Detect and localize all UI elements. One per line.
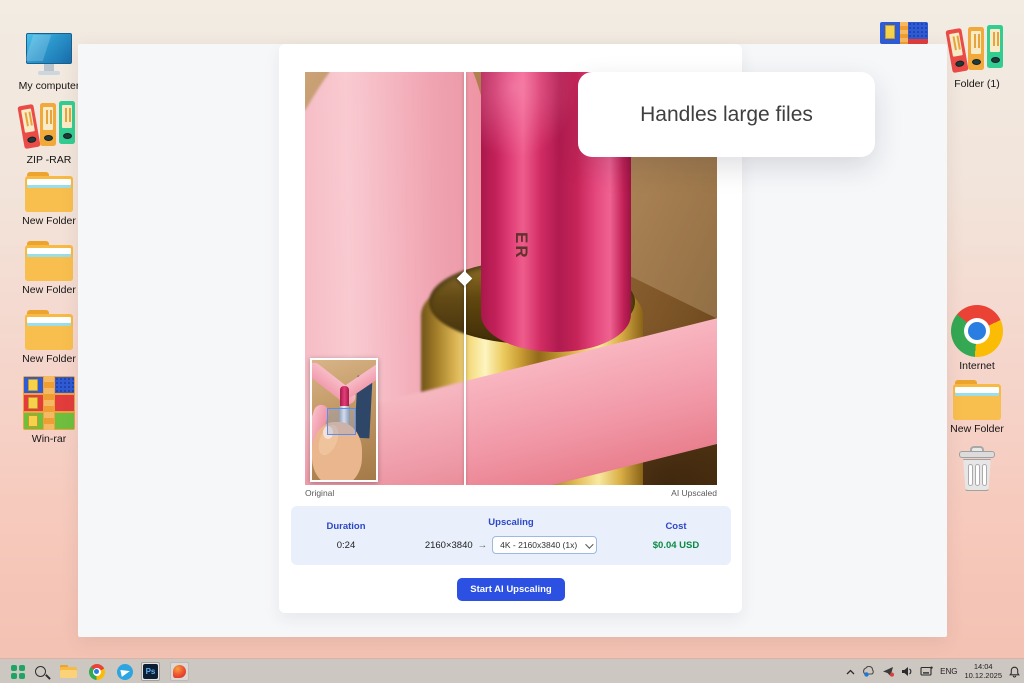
desktop-icon-label: Internet xyxy=(959,360,995,372)
tray-date: 10.12.2025 xyxy=(964,670,1002,680)
onedrive-sync-icon[interactable] xyxy=(862,666,875,677)
desktop-icon-label: New Folder xyxy=(22,284,76,296)
winrar-icon xyxy=(23,376,75,430)
duration-header: Duration xyxy=(326,520,366,532)
desktop-icon-new-folder-1[interactable]: New Folder xyxy=(11,172,87,228)
start-ai-upscaling-button[interactable]: Start AI Upscaling xyxy=(457,578,565,601)
feature-tooltip: Handles large files xyxy=(578,72,875,157)
mini-archive-icon[interactable] xyxy=(880,22,928,44)
language-indicator[interactable]: ENG xyxy=(940,667,957,676)
red-app-icon xyxy=(170,662,189,681)
taskbar-search-button[interactable] xyxy=(31,662,50,681)
duration-value: 0:24 xyxy=(336,539,356,551)
cost-value: $0.04 USD xyxy=(652,539,700,551)
start-button[interactable] xyxy=(8,662,27,681)
desktop-icon-new-folder-2[interactable]: New Folder xyxy=(11,241,87,297)
desktop-icon-new-folder-3[interactable]: New Folder xyxy=(11,310,87,366)
desktop-icon-label: Folder (1) xyxy=(954,78,1000,90)
folder-icon xyxy=(953,380,1001,420)
upscaling-header: Upscaling xyxy=(488,517,534,528)
search-icon xyxy=(35,666,46,677)
touch-keyboard-icon[interactable] xyxy=(920,666,933,677)
desktop-icon-win-rar[interactable]: Win-rar xyxy=(11,376,87,446)
cost-header: Cost xyxy=(665,520,687,532)
folder-icon xyxy=(25,310,73,350)
taskbar-chrome[interactable] xyxy=(87,662,106,681)
tray-expand-chevron[interactable] xyxy=(846,669,855,675)
source-resolution: 2160×3840 xyxy=(424,539,473,551)
archive-binders-icon xyxy=(945,25,1005,75)
system-tray: ENG 14:04 10.12.2025 xyxy=(846,659,1020,683)
photoshop-icon: Ps xyxy=(141,662,160,681)
folder-icon xyxy=(25,241,73,281)
folder-icon xyxy=(25,172,73,212)
telegram-icon xyxy=(116,663,133,680)
taskbar-file-explorer[interactable] xyxy=(59,662,78,681)
telegram-tray-icon[interactable] xyxy=(882,666,895,677)
original-label: Original xyxy=(305,488,335,498)
file-explorer-icon xyxy=(60,665,77,678)
ai-upscaled-label: AI Upscaled xyxy=(671,488,717,498)
desktop-icon-new-folder-right[interactable]: New Folder xyxy=(939,380,1015,436)
desktop-icon-label: New Folder xyxy=(22,215,76,227)
computer-icon xyxy=(24,33,73,77)
archive-binders-icon xyxy=(17,101,77,151)
zoom-region-rectangle xyxy=(327,408,356,435)
desktop-icon-label: My computer xyxy=(18,80,80,92)
compare-labels: Original AI Upscaled xyxy=(305,488,717,498)
notifications-bell-icon[interactable] xyxy=(1009,666,1020,678)
recycle-bin-icon xyxy=(956,446,998,492)
taskbar: Ps ENG 14:04 10.12.2025 xyxy=(0,658,1024,683)
taskbar-photoshop[interactable]: Ps xyxy=(141,662,160,681)
chrome-icon xyxy=(88,663,105,680)
desktop-icon-recycle-bin[interactable] xyxy=(939,446,1015,492)
upscale-info-panel: Duration 0:24 Upscaling 2160×3840 → 4K -… xyxy=(291,506,731,565)
taskbar-telegram[interactable] xyxy=(115,662,134,681)
desktop-icon-label: ZIP -RAR xyxy=(26,154,72,166)
desktop-icon-label: New Folder xyxy=(22,353,76,365)
speaker-icon[interactable] xyxy=(901,666,913,677)
desktop-icon-label: Win-rar xyxy=(31,433,67,445)
chrome-icon xyxy=(951,305,1003,357)
lipstick-brand-text: ER xyxy=(512,232,531,260)
target-resolution-select[interactable]: 4K - 2160x3840 (1x) xyxy=(492,536,598,554)
desktop-icon-my-computer[interactable]: My computer xyxy=(11,33,87,93)
start-icon xyxy=(10,664,25,679)
desktop: My computer ZIP -RAR New Folder New Fold… xyxy=(0,0,1024,683)
desktop-icon-zip-rar[interactable]: ZIP -RAR xyxy=(11,101,87,167)
taskbar-red-app[interactable] xyxy=(170,662,189,681)
desktop-icon-internet[interactable]: Internet xyxy=(939,305,1015,373)
desktop-icon-folder-1[interactable]: Folder (1) xyxy=(939,25,1015,91)
desktop-icon-label: New Folder xyxy=(950,423,1004,435)
original-thumbnail-preview xyxy=(310,358,378,482)
clock[interactable]: 14:04 10.12.2025 xyxy=(964,662,1002,680)
arrow-right-icon: → xyxy=(477,539,488,551)
